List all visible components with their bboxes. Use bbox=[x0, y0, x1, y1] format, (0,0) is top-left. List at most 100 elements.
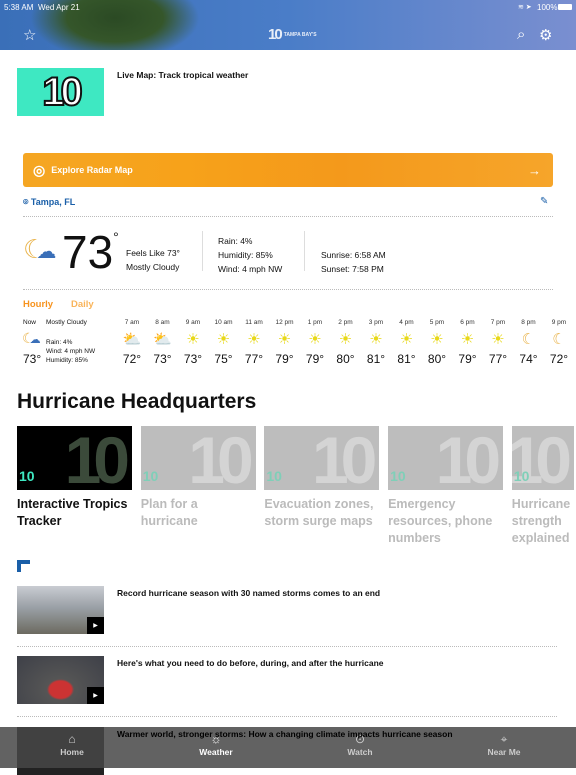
logo: 10 TAMPA BAY'S bbox=[268, 26, 317, 43]
now-wind: Wind: 4 mph NW bbox=[46, 348, 96, 355]
article-thumbnail[interactable]: ▶ bbox=[17, 586, 104, 634]
article-title[interactable]: Here's what you need to do before, durin… bbox=[117, 658, 384, 668]
status-time: 5:38 AM bbox=[4, 3, 34, 12]
article-thumbnail[interactable]: ▶ bbox=[17, 656, 104, 704]
hour-temp: 80° bbox=[427, 352, 447, 366]
divider bbox=[23, 216, 553, 217]
article-title[interactable]: Warmer world, stronger storms: How a cha… bbox=[117, 729, 453, 739]
now-condition: Mostly Cloudy bbox=[46, 319, 87, 326]
app-header: 5:38 AM Wed Apr 21 ≋ ➤ 100% ☆ 10 TAMPA BA… bbox=[0, 0, 576, 50]
divider bbox=[17, 646, 557, 647]
hour-temp: 75° bbox=[214, 352, 233, 366]
hour-time: 9 pm bbox=[551, 319, 567, 326]
hour-temp: 74° bbox=[519, 352, 538, 366]
hour-time: 12 pm bbox=[275, 319, 294, 326]
explore-radar-button[interactable]: ◎ Explore Radar Map → bbox=[23, 153, 553, 187]
hour-time: 10 am bbox=[214, 319, 233, 326]
thumb-logo: 10 bbox=[41, 69, 83, 115]
battery-icon bbox=[558, 4, 572, 10]
card-image: 10 10 bbox=[264, 426, 380, 490]
hour-time: 7 am bbox=[124, 319, 140, 326]
live-map-thumbnail[interactable]: 10 bbox=[17, 68, 104, 116]
hour-temp: 77° bbox=[488, 352, 508, 366]
divider bbox=[304, 231, 305, 271]
tab-hourly[interactable]: Hourly bbox=[23, 299, 53, 310]
hour-temp: 81° bbox=[397, 352, 416, 366]
live-map-link[interactable]: Live Map: Track tropical weather bbox=[117, 70, 248, 80]
hurricane-card[interactable]: 10 10 Interactive Tropics Tracker bbox=[17, 426, 132, 530]
rain: Rain: 4% bbox=[218, 236, 253, 246]
hour-temp: 72° bbox=[122, 352, 142, 366]
hurricane-card[interactable]: 10 10 Hurricane strength explained bbox=[511, 426, 574, 547]
hour-temp: 80° bbox=[336, 352, 355, 366]
section-title: Hurricane Headquarters bbox=[17, 390, 257, 413]
now-humidity: Humidity: 85% bbox=[46, 357, 88, 364]
moon-icon: ☾ bbox=[552, 331, 566, 348]
battery-level: 100% bbox=[537, 3, 558, 12]
hour-time: 4 pm bbox=[399, 319, 414, 326]
hour-time: 3 pm bbox=[368, 319, 384, 326]
condition: Mostly Cloudy bbox=[126, 262, 180, 272]
tab-label: Watch bbox=[347, 747, 373, 757]
partly-sunny-icon: ⛅ bbox=[153, 331, 172, 348]
hour-temp: 77° bbox=[244, 352, 264, 366]
divider bbox=[17, 716, 557, 717]
hurricane-card[interactable]: 10 10 Plan for a hurricane bbox=[140, 426, 256, 530]
card-title: Hurricane strength explained bbox=[511, 497, 571, 545]
tab-label: Near Me bbox=[487, 747, 521, 757]
tab-daily[interactable]: Daily bbox=[71, 299, 94, 310]
hurricane-card[interactable]: 10 10 Evacuation zones, storm surge maps bbox=[264, 426, 380, 530]
sunset: Sunset: 7:58 PM bbox=[321, 264, 384, 274]
degree-symbol: ° bbox=[113, 229, 119, 245]
card-title: Emergency resources, phone numbers bbox=[388, 497, 493, 545]
card-title: Interactive Tropics Tracker bbox=[17, 497, 128, 528]
sun-icon: ☀ bbox=[186, 331, 200, 348]
gear-icon[interactable]: ⚙ bbox=[539, 26, 552, 44]
hour-time: 6 pm bbox=[460, 319, 475, 326]
hour-time: 1 pm bbox=[307, 319, 323, 326]
temp-value: 73 bbox=[62, 226, 114, 278]
location-pin-icon: ⌖ bbox=[500, 732, 508, 746]
hour-temp: 73° bbox=[183, 352, 203, 366]
wind: Wind: 4 mph NW bbox=[218, 264, 283, 274]
logo-sub: TAMPA BAY'S bbox=[283, 32, 317, 39]
hour-temp: 79° bbox=[305, 352, 325, 366]
sun-icon: ☀ bbox=[491, 331, 505, 348]
wifi-icon: ≋ ➤ bbox=[518, 4, 532, 11]
current-temp: 73° bbox=[62, 226, 119, 278]
now-details: Rain: 4% Wind: 4 mph NW Humidity: 85% bbox=[46, 338, 95, 365]
divider bbox=[202, 231, 203, 271]
hour-temp: 81° bbox=[366, 352, 386, 366]
location-row[interactable]: ⌾ Tampa, FL bbox=[23, 197, 75, 208]
article-title[interactable]: Record hurricane season with 30 named st… bbox=[117, 588, 380, 598]
hour-temp: 72° bbox=[549, 352, 569, 366]
humidity: Humidity: 85% bbox=[218, 250, 273, 260]
location-pin-icon: ⌾ bbox=[23, 197, 29, 207]
sun-icon: ☀ bbox=[338, 331, 353, 348]
moon-cloud-icon: ☾☁ bbox=[22, 330, 41, 346]
sun-icon: ☀ bbox=[399, 331, 414, 348]
edit-icon[interactable]: ✎ bbox=[540, 196, 548, 207]
location-name: Tampa, FL bbox=[30, 197, 76, 207]
now-label: Now bbox=[23, 319, 37, 326]
sun-icon: ☀ bbox=[247, 331, 261, 348]
sun-icon: ☀ bbox=[216, 331, 231, 348]
moon-icon: ☾ bbox=[521, 331, 536, 348]
card-image: 10 10 bbox=[388, 426, 504, 490]
hour-time: 2 pm bbox=[338, 319, 353, 326]
card-image: 10 10 bbox=[17, 426, 132, 490]
tab-near-me[interactable]: ⌖ Near Me bbox=[432, 727, 576, 768]
arrow-right-icon: → bbox=[528, 162, 541, 178]
play-icon: ▶ bbox=[87, 617, 104, 634]
search-icon[interactable]: ⌕ bbox=[517, 26, 525, 43]
current-details: Rain: 4% Humidity: 85% Wind: 4 mph NW bbox=[218, 234, 282, 276]
hour-time: 8 am bbox=[155, 319, 170, 326]
star-icon[interactable]: ☆ bbox=[23, 26, 36, 44]
sun-icon: ☀ bbox=[277, 331, 292, 348]
hurricane-card[interactable]: 10 10 Emergency resources, phone numbers bbox=[388, 426, 504, 547]
play-icon: ▶ bbox=[87, 687, 104, 704]
sun-times: Sunrise: 6:58 AM Sunset: 7:58 PM bbox=[321, 248, 386, 276]
moon-cloud-icon: ☾☁ bbox=[23, 234, 57, 264]
tab-label: Home bbox=[60, 747, 84, 757]
hour-time: 7 pm bbox=[490, 319, 506, 326]
